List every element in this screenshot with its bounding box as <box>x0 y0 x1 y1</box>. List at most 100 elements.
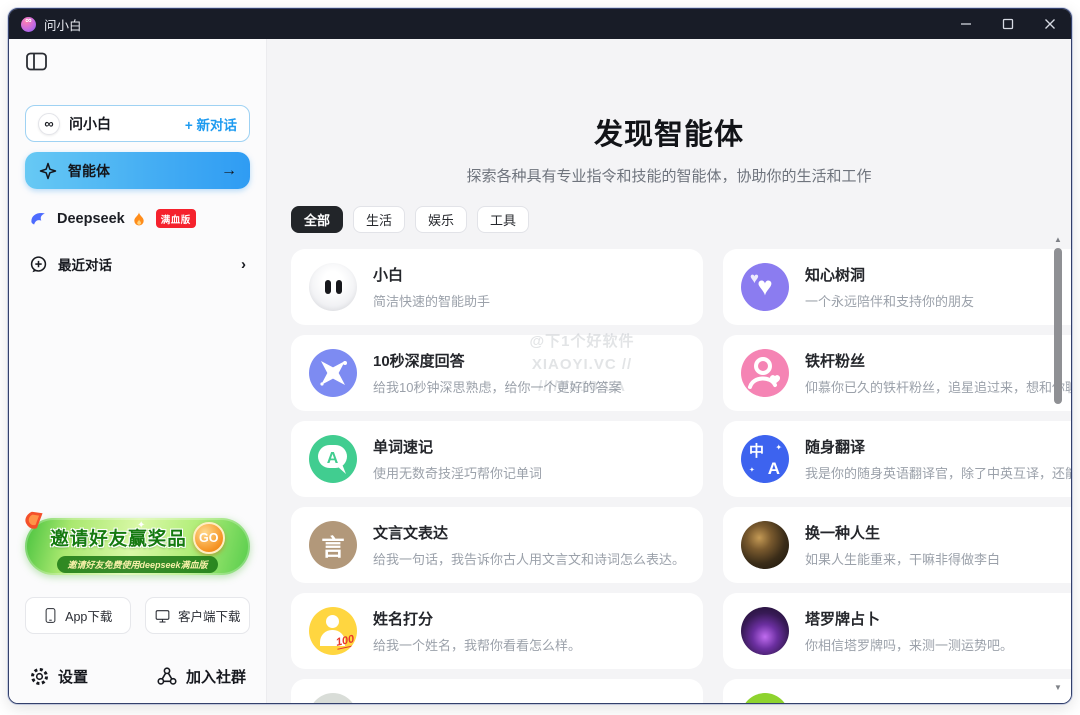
gear-icon <box>31 668 48 685</box>
card-title: 随身翻译 <box>805 439 866 456</box>
minimize-icon <box>961 23 971 25</box>
sidebar-item-recent-chats[interactable]: 最近对话 › <box>25 254 250 274</box>
double-heart-icon: ♥ ♥ <box>741 263 790 311</box>
agent-card-name-score[interactable]: 100 姓名打分 给我一个姓名，我帮你看看怎么样。 <box>291 593 704 669</box>
card-desc: 我是你的随身英语翻译官，除了中英互译，还能纠正你... <box>805 466 1071 481</box>
agent-card-deep-answer[interactable]: 10秒深度回答 给我10秒钟深思熟虑，给你一个更好的答案 <box>291 335 704 411</box>
close-button[interactable] <box>1029 9 1071 39</box>
translate-zh-a-icon: 中 A ✦ ✦ <box>741 435 790 483</box>
deepseek-label: Deepseek <box>57 210 125 227</box>
app-window: 问小白 ∞ 问小白 + 新对话 <box>8 8 1072 704</box>
golden-portrait-photo-icon <box>741 521 790 569</box>
card-title: 小白 <box>373 267 404 284</box>
titlebar: 问小白 <box>9 9 1071 39</box>
sidebar-item-deepseek[interactable]: Deepseek 满血版 <box>25 209 250 228</box>
card-desc: 简洁快速的智能助手 <box>373 294 491 309</box>
svg-text:A: A <box>327 450 339 467</box>
monitor-icon <box>155 609 170 623</box>
maximize-icon <box>1002 18 1014 30</box>
scroll-up-icon[interactable]: ▲ <box>1054 235 1062 245</box>
card-title: 姓名打分 <box>373 611 434 628</box>
app-download-button[interactable]: App下载 <box>25 597 131 634</box>
card-title: 换一种人生 <box>805 525 881 542</box>
card-desc: 给我一句话，我告诉你古人用文言文和诗词怎么表达。 <box>373 552 686 567</box>
filter-chip-tools[interactable]: 工具 <box>477 206 530 233</box>
filter-chip-life[interactable]: 生活 <box>353 206 406 233</box>
new-chat-button[interactable]: ∞ 问小白 + 新对话 <box>25 105 250 142</box>
client-download-button[interactable]: 客户端下载 <box>144 597 250 634</box>
card-desc: 如果人生能重来，干嘛非得做李白 <box>805 552 1001 567</box>
agent-card-partial-right[interactable] <box>723 679 1071 703</box>
tarot-mystic-photo-icon <box>741 607 790 655</box>
sidebar-item-agents[interactable]: 智能体 → <box>25 152 250 189</box>
sparkle-decoration: ✦ <box>137 520 146 531</box>
settings-button[interactable]: 设置 <box>29 666 88 687</box>
agent-card-words[interactable]: A 单词速记 使用无数奇技淫巧帮你记单词 <box>291 421 704 497</box>
agent-card-translate[interactable]: 中A✦✦ 随身翻译 我是你的随身英语翻译官，除了中英互译，还能纠正你... <box>723 421 1071 497</box>
horn-icon <box>25 511 43 529</box>
card-title: 文言文表达 <box>373 525 449 542</box>
deepseek-badge: 满血版 <box>155 209 196 228</box>
client-download-label: 客户端下载 <box>177 610 241 624</box>
agent-card-partial-left[interactable] <box>291 679 704 703</box>
card-desc: 你相信塔罗牌吗，来测一测运势吧。 <box>805 638 1014 653</box>
agent-card-shudong[interactable]: ♥ ♥ 知心树洞 一个永远陪伴和支持你的朋友 <box>723 249 1071 325</box>
settings-label: 设置 <box>58 669 89 686</box>
agent-card-tarot[interactable]: 塔罗牌占卜 你相信塔罗牌吗，来测一测运势吧。 <box>723 593 1071 669</box>
wenxiaobai-icon: ∞ <box>38 112 60 135</box>
scroll-down-icon[interactable]: ▼ <box>1054 683 1062 693</box>
agent-grid: 小白 简洁快速的智能助手 ♥ ♥ 知心树洞 一个永远陪伴和支持你的朋友 10秒深… <box>291 249 1071 703</box>
card-title: 塔罗牌占卜 <box>805 611 881 628</box>
page-subtitle: 探索各种具有专业指令和技能的智能体，协助你的生活和工作 <box>466 168 872 185</box>
agent-card-fans[interactable]: 铁杆粉丝 仰慕你已久的铁杆粉丝，追星追过来，想和你聊聊 <box>723 335 1071 411</box>
deepseek-whale-icon <box>31 212 45 225</box>
scrollbar-track[interactable] <box>1052 245 1064 683</box>
maximize-button[interactable] <box>987 9 1029 39</box>
sidebar-toggle-button[interactable] <box>25 51 49 73</box>
card-title: 单词速记 <box>373 439 434 456</box>
filter-chips: 全部 生活 娱乐 工具 <box>291 206 1071 233</box>
phone-icon <box>45 608 56 623</box>
yan-glyph-icon: 言 <box>309 521 357 569</box>
sparkle-icon <box>39 162 57 179</box>
arrow-right-icon: → <box>221 161 237 179</box>
card-title: 10秒深度回答 <box>373 353 465 370</box>
new-chat-action[interactable]: + 新对话 <box>185 114 237 134</box>
card-desc: 给我一个姓名，我帮你看看怎么样。 <box>373 638 582 653</box>
app-download-label: App下载 <box>65 610 113 624</box>
card-title: 知心树洞 <box>805 267 866 284</box>
circle-plus-icon <box>30 255 47 272</box>
invite-banner[interactable]: ✦ 邀请好友赢奖品 GO 邀请好友免费使用deepseek满血版 <box>25 511 250 575</box>
agent-card-classical[interactable]: 言 文言文表达 给我一句话，我告诉你古人用文言文和诗词怎么表达。 <box>291 507 704 583</box>
four-point-star-icon <box>309 349 357 397</box>
xiaobai-pause-eyes-icon <box>309 263 357 311</box>
agent-card-xiaobai[interactable]: 小白 简洁快速的智能助手 <box>291 249 704 325</box>
filter-chip-all[interactable]: 全部 <box>291 206 344 233</box>
fan-person-heart-icon <box>741 349 790 397</box>
join-community-button[interactable]: 加入社群 <box>156 666 246 687</box>
banner-subtitle: 邀请好友免费使用deepseek满血版 <box>57 556 218 573</box>
banner-title: 邀请好友赢奖品 <box>50 528 187 549</box>
card-desc: 给我10秒钟深思熟虑，给你一个更好的答案 <box>373 380 622 395</box>
go-button[interactable]: GO <box>192 522 225 554</box>
flame-icon <box>134 210 144 226</box>
panel-toggle-icon <box>26 52 47 71</box>
card-desc: 仰慕你已久的铁杆粉丝，追星追过来，想和你聊聊 <box>805 380 1071 395</box>
page-title: 发现智能体 <box>593 119 744 151</box>
chevron-right-icon: › <box>241 255 246 273</box>
community-icon <box>157 667 177 685</box>
window-title: 问小白 <box>44 18 82 33</box>
join-community-label: 加入社群 <box>185 669 246 686</box>
minimize-button[interactable] <box>945 9 987 39</box>
partial-green-icon <box>741 693 790 703</box>
agents-label: 智能体 <box>68 162 110 179</box>
new-chat-label: 问小白 <box>69 115 111 132</box>
filter-chip-fun[interactable]: 娱乐 <box>415 206 468 233</box>
sidebar: ∞ 问小白 + 新对话 智能体 → Deepseek 满血版 最近对话 › ✦ … <box>9 39 267 703</box>
agent-card-another-life[interactable]: 换一种人生 如果人生能重来，干嘛非得做李白 <box>723 507 1071 583</box>
card-desc: 一个永远陪伴和支持你的朋友 <box>805 294 975 309</box>
recent-chats-label: 最近对话 <box>58 258 112 273</box>
scrollbar[interactable]: ▲ ▼ <box>1052 235 1064 693</box>
scrollbar-thumb[interactable] <box>1054 248 1062 404</box>
person-score-100-icon: 100 <box>309 607 357 655</box>
